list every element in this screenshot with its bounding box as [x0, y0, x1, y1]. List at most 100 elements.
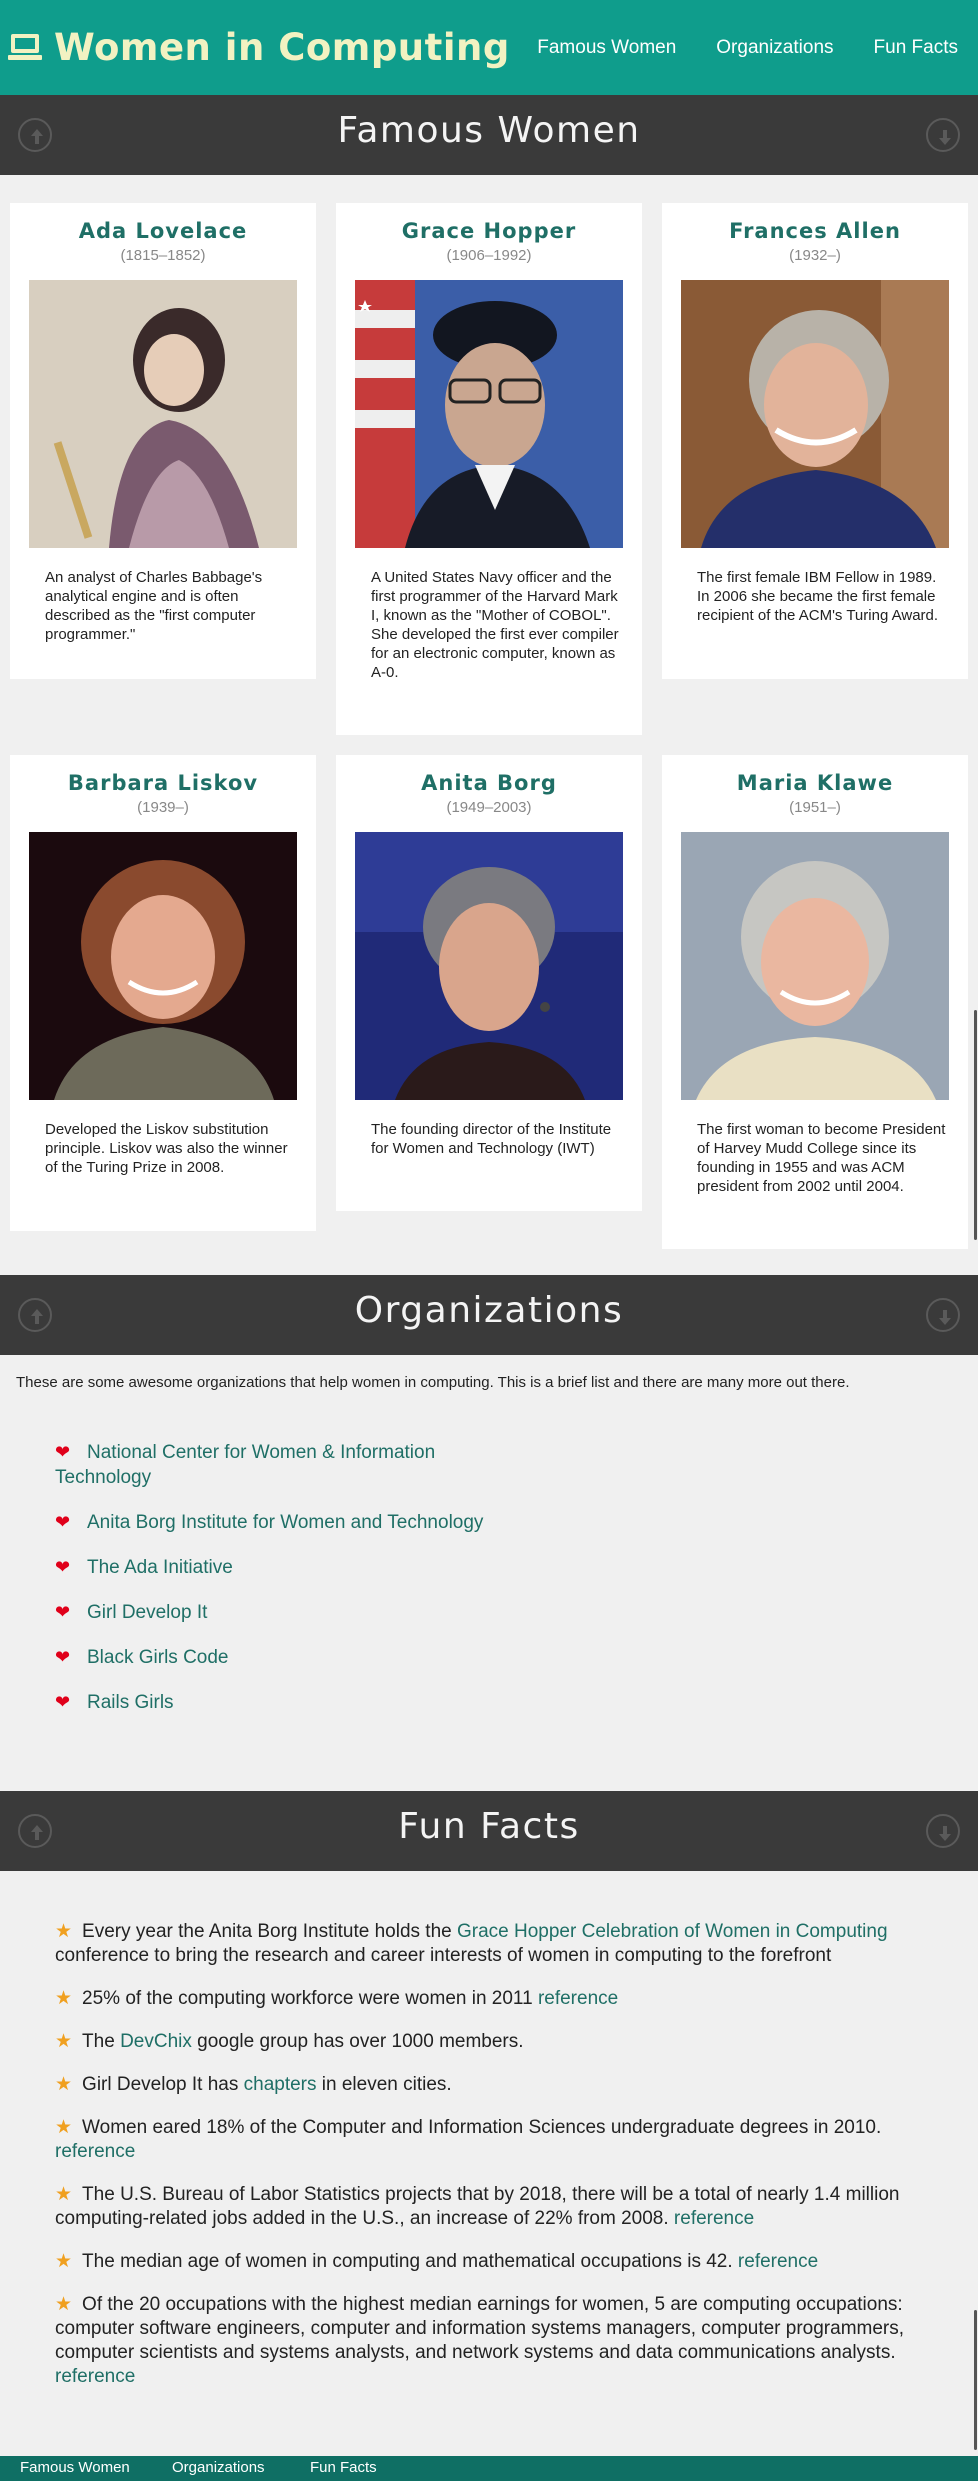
list-item: ❤ Rails Girls — [55, 1690, 495, 1715]
star-icon: ★ — [55, 2251, 73, 2272]
list-item: ★ Every year the Anita Borg Institute hol… — [55, 1920, 935, 1968]
list-item: ★ Girl Develop It has chapters in eleven … — [55, 2073, 935, 2097]
person-card-anita-borg: Anita Borg (1949–2003) The founding dire… — [336, 755, 642, 1211]
list-item: ★ The median age of women in computing an… — [55, 2250, 935, 2274]
org-link[interactable]: The Ada Initiative — [87, 1557, 233, 1578]
fact-text: Of the 20 occupations with the highest m… — [55, 2294, 905, 2363]
person-description: Developed the Liskov substitution princi… — [45, 1121, 288, 1176]
fact-text: in eleven cities. — [316, 2074, 452, 2095]
fact-text: google group has over 1000 members. — [191, 2031, 524, 2052]
scrollbar-thumb[interactable] — [974, 2310, 977, 2450]
list-item: ★ 25% of the computing workforce were wom… — [55, 1987, 935, 2011]
person-card-barbara-liskov: Barbara Liskov (1939–) Developed the Lis… — [10, 755, 316, 1231]
reference-link[interactable]: reference — [738, 2251, 818, 2272]
nav-famous-women[interactable]: Famous Women — [537, 37, 676, 59]
reference-link[interactable]: reference — [674, 2208, 754, 2229]
person-name: Barbara Liskov — [67, 771, 259, 795]
section-title-fun-facts: Fun Facts — [398, 1806, 580, 1847]
footer-link-organizations[interactable]: Organizations — [172, 2459, 265, 2476]
list-item: ★ Women eared 18% of the Computer and Inf… — [55, 2116, 935, 2164]
fact-text: Girl Develop It has — [82, 2074, 244, 2095]
famous-women-header: Famous Women — [0, 95, 978, 175]
star-icon: ★ — [55, 2294, 73, 2315]
star-icon: ★ — [55, 1988, 73, 2009]
org-link[interactable]: National Center for Women & Information … — [55, 1442, 435, 1488]
person-years: (1906–1992) — [446, 247, 532, 264]
fun-facts-header: Fun Facts — [0, 1791, 978, 1871]
list-item: ❤ National Center for Women & Information… — [55, 1440, 495, 1490]
fact-link[interactable]: chapters — [244, 2074, 317, 2095]
nav-organizations[interactable]: Organizations — [716, 37, 833, 59]
list-item: ❤ Anita Borg Institute for Women and Tech… — [55, 1510, 495, 1535]
heart-icon: ❤ — [55, 1442, 71, 1462]
fact-text: The — [82, 2031, 121, 2052]
star-icon: ★ — [55, 2031, 73, 2052]
star-icon: ★ — [55, 2184, 73, 2205]
fact-text: Every year the Anita Borg Institute hold… — [82, 1921, 457, 1942]
portrait-photo — [29, 832, 297, 1100]
down-arrow-circle-icon[interactable] — [926, 1814, 960, 1848]
heart-icon: ❤ — [55, 1647, 71, 1667]
list-item: ★ Of the 20 occupations with the highest … — [55, 2293, 935, 2389]
heart-icon: ❤ — [55, 1512, 71, 1532]
top-nav: Famous Women Organizations Fun Facts — [517, 0, 978, 95]
person-description: The founding director of the Institute f… — [371, 1121, 612, 1157]
person-name: Grace Hopper — [401, 219, 577, 243]
list-item: ★ The DevChix google group has over 1000 … — [55, 2030, 935, 2054]
person-description: An analyst of Charles Babbage's analytic… — [45, 569, 263, 643]
down-arrow-circle-icon[interactable] — [926, 118, 960, 152]
fact-text: The U.S. Bureau of Labor Statistics proj… — [55, 2184, 900, 2229]
section-title-famous-women: Famous Women — [337, 110, 641, 151]
person-card-maria-klawe: Maria Klawe (1951–) The first woman to b… — [662, 755, 968, 1249]
nav-fun-facts[interactable]: Fun Facts — [874, 37, 958, 59]
person-years: (1939–) — [137, 799, 189, 816]
list-item: ★ The U.S. Bureau of Labor Statistics pro… — [55, 2183, 935, 2231]
organizations-header: Organizations — [0, 1275, 978, 1355]
footer-link-fun-facts[interactable]: Fun Facts — [310, 2459, 377, 2476]
list-item: ❤ The Ada Initiative — [55, 1555, 495, 1580]
organizations-intro: These are some awesome organizations tha… — [16, 1374, 850, 1391]
fact-link[interactable]: Grace Hopper Celebration of Women in Com… — [457, 1921, 888, 1942]
reference-link[interactable]: reference — [55, 2366, 135, 2387]
person-name: Maria Klawe — [736, 771, 894, 795]
portrait-photo — [355, 280, 623, 548]
reference-link[interactable]: reference — [55, 2141, 135, 2162]
person-name: Ada Lovelace — [78, 219, 248, 243]
org-link[interactable]: Anita Borg Institute for Women and Techn… — [87, 1512, 483, 1533]
list-item: ❤ Girl Develop It — [55, 1600, 495, 1625]
portrait-photo — [29, 280, 297, 548]
scrollbar-thumb[interactable] — [974, 1010, 977, 1240]
heart-icon: ❤ — [55, 1602, 71, 1622]
fun-facts-list: ★ Every year the Anita Borg Institute hol… — [55, 1920, 935, 2408]
fact-text: 25% of the computing workforce were wome… — [82, 1988, 538, 2009]
person-card-ada-lovelace: Ada Lovelace (1815–1852) An analyst of C… — [10, 203, 316, 679]
reference-link[interactable]: reference — [538, 1988, 618, 2009]
star-icon: ★ — [55, 2117, 73, 2138]
laptop-icon — [8, 32, 42, 62]
person-description: A United States Navy officer and the fir… — [371, 569, 619, 681]
person-years: (1815–1852) — [120, 247, 206, 264]
section-title-organizations: Organizations — [354, 1290, 624, 1331]
person-years: (1951–) — [789, 799, 841, 816]
org-link[interactable]: Girl Develop It — [87, 1602, 207, 1623]
fact-link[interactable]: DevChix — [120, 2031, 192, 2052]
brand[interactable]: Women in Computing — [8, 22, 510, 72]
organization-list: ❤ National Center for Women & Information… — [55, 1440, 495, 1735]
portrait-photo — [681, 280, 949, 548]
heart-icon: ❤ — [55, 1692, 71, 1712]
person-description: The first female IBM Fellow in 1989. In … — [697, 569, 939, 624]
person-years: (1949–2003) — [446, 799, 532, 816]
org-link[interactable]: Rails Girls — [87, 1692, 174, 1713]
down-arrow-circle-icon[interactable] — [926, 1298, 960, 1332]
person-years: (1932–) — [789, 247, 841, 264]
person-name: Frances Allen — [729, 219, 901, 243]
portrait-photo — [355, 832, 623, 1100]
star-icon: ★ — [55, 1921, 73, 1942]
footer-nav: Famous Women Organizations Fun Facts — [0, 2456, 978, 2481]
fact-text: conference to bring the research and car… — [55, 1945, 832, 1966]
site-title: Women in Computing — [54, 25, 510, 69]
org-link[interactable]: Black Girls Code — [87, 1647, 229, 1668]
footer-link-famous-women[interactable]: Famous Women — [20, 2459, 130, 2476]
portrait-photo — [681, 832, 949, 1100]
fact-text: The median age of women in computing and… — [82, 2251, 738, 2272]
